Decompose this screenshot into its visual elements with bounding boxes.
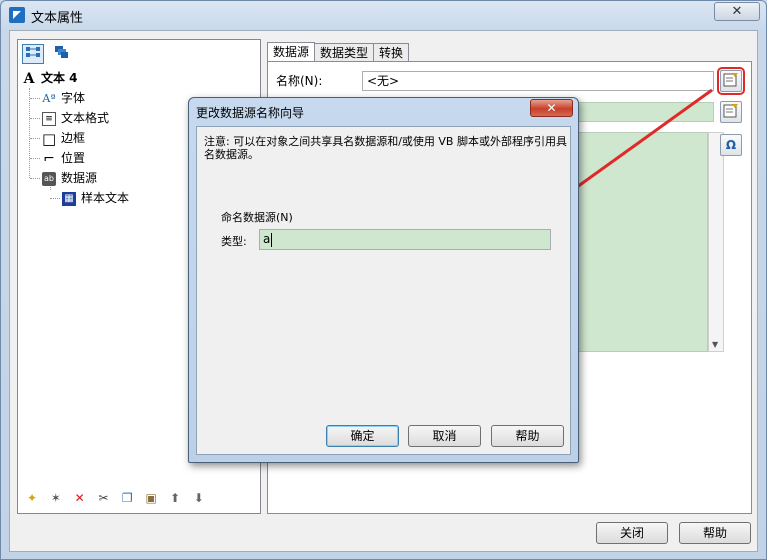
dialog-help-button[interactable]: 帮助 — [491, 425, 564, 447]
wizard-icon[interactable]: ✶ — [46, 489, 66, 509]
tree-view-icon[interactable] — [22, 44, 44, 64]
text-format-icon: ≡ — [42, 111, 56, 126]
dialog-client: 注意: 可以在对象之间共享具名数据源和/或使用 VB 脚本或外部程序引用具名数据… — [196, 126, 571, 455]
type-label: 类型: — [221, 235, 247, 248]
window-close-button[interactable]: ✕ — [714, 2, 760, 21]
copy-icon[interactable]: ❐ — [117, 489, 137, 509]
scroll-down-icon[interactable]: ▼ — [712, 340, 718, 349]
edit-icon — [723, 104, 738, 118]
new-item-icon[interactable]: ✦ — [22, 489, 42, 509]
close-button[interactable]: 关闭 — [596, 522, 668, 544]
tree-item-text4[interactable]: A 文本 4 — [18, 68, 260, 88]
window-title: 文本属性 — [31, 11, 84, 26]
position-icon: ⌐ — [43, 150, 55, 167]
dialog-note: 注意: 可以在对象之间共享具名数据源和/或使用 VB 脚本或外部程序引用具名数据… — [204, 135, 567, 161]
font-icon: Aª — [42, 91, 56, 105]
text-area-scrollbar[interactable]: ▼ — [708, 132, 724, 352]
text-object-icon: A — [23, 70, 35, 87]
dialog-title: 更改数据源名称向导 — [196, 106, 305, 120]
name-field[interactable]: <无> — [362, 71, 714, 91]
tree-view-toolbar — [22, 44, 74, 64]
move-up-icon[interactable]: ⬆ — [165, 489, 185, 509]
omega-icon: Ω — [725, 138, 737, 152]
tab-datatype[interactable]: 数据类型 — [314, 43, 375, 62]
named-datasource-label: 命名数据源(N) — [221, 211, 293, 224]
text-caret — [271, 232, 273, 247]
title-bar: 文本属性 ✕ — [1, 1, 766, 29]
cancel-button[interactable]: 取消 — [408, 425, 481, 447]
app-icon — [9, 7, 25, 23]
edit-icon — [723, 73, 738, 87]
layers-view-icon[interactable] — [50, 44, 72, 64]
type-input-value: a — [263, 232, 271, 246]
dialog-close-button[interactable]: ✕ — [530, 99, 573, 117]
cut-icon[interactable]: ✂ — [93, 489, 113, 509]
ok-button[interactable]: 确定 — [326, 425, 399, 447]
delete-icon[interactable]: ✕ — [70, 489, 90, 509]
edit-type-button[interactable] — [720, 101, 742, 123]
change-name-button[interactable] — [717, 67, 745, 95]
paste-icon[interactable]: ▣ — [141, 489, 161, 509]
datasource-icon: ab — [42, 171, 56, 186]
type-input[interactable]: a — [259, 229, 551, 250]
tab-transform[interactable]: 转换 — [373, 43, 410, 62]
tree-bottom-toolbar: ✦ ✶ ✕ ✂ ❐ ▣ ⬆ ⬇ — [22, 489, 209, 509]
move-down-icon[interactable]: ⬇ — [189, 489, 209, 509]
insert-symbol-button[interactable]: Ω — [720, 134, 742, 156]
rename-datasource-dialog: 更改数据源名称向导 ✕ 注意: 可以在对象之间共享具名数据源和/或使用 VB 脚… — [188, 97, 579, 463]
sample-text-icon: ▦ — [62, 191, 76, 206]
tab-datasource[interactable]: 数据源 — [267, 42, 316, 63]
help-button[interactable]: 帮助 — [679, 522, 751, 544]
name-label: 名称(N): — [276, 74, 323, 88]
tab-strip: 数据源 数据类型 转换 — [267, 41, 410, 63]
border-icon: □ — [42, 129, 57, 148]
